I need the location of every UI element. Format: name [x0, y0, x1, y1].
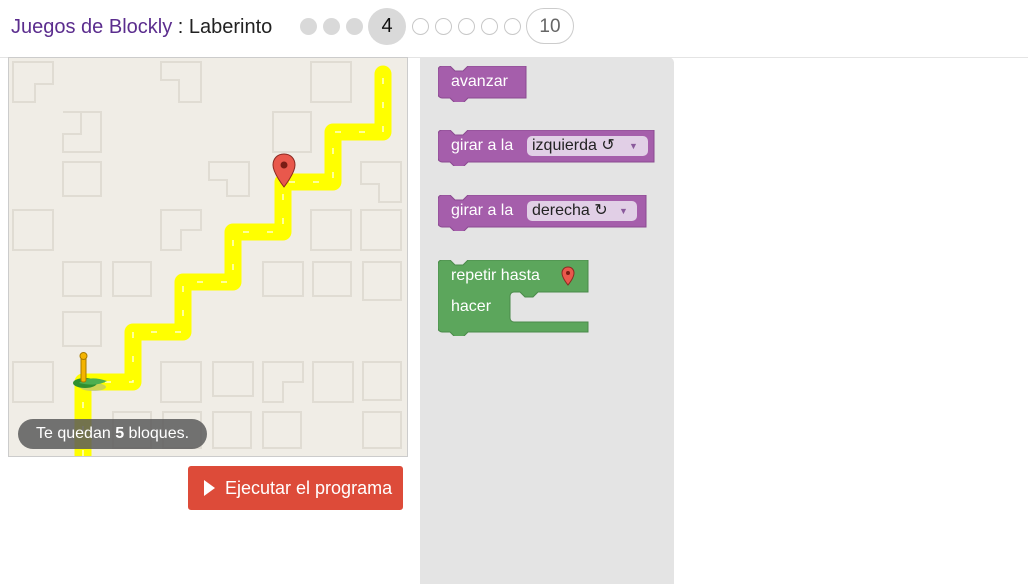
run-program-label: Ejecutar el programa — [225, 478, 393, 498]
repeat-until-label: repetir hasta — [451, 267, 540, 284]
level-2-dot[interactable] — [323, 18, 340, 35]
maze-board: Te quedan 5 bloques. — [8, 57, 408, 457]
repeat-do-label: hacer — [451, 298, 492, 315]
current-level-indicator: 4 — [368, 8, 406, 45]
turn-right-direction-value: derecha ↻ — [532, 202, 608, 219]
last-level-button[interactable]: 10 — [526, 8, 574, 44]
map-marker-icon — [561, 266, 575, 286]
page-title: Juegos de Blockly : Laberinto — [11, 16, 272, 39]
level-5-dot[interactable] — [412, 18, 429, 35]
repeat-until-block[interactable]: repetir hasta hacer — [438, 260, 590, 336]
header: Juegos de Blockly : Laberinto 4 10 — [0, 0, 1028, 58]
blocks-remaining-count: 5 — [115, 425, 125, 442]
maze-background-tiles — [12, 61, 402, 449]
turn-left-label: girar a la — [451, 137, 514, 154]
maze-graphic — [12, 61, 402, 456]
turn-left-block[interactable]: girar a la izquierda ↺ ▼ — [438, 130, 656, 166]
level-6-dot[interactable] — [435, 18, 452, 35]
turn-right-label: girar a la — [451, 202, 514, 219]
title-separator: : — [172, 16, 189, 38]
app-name-link[interactable]: Juegos de Blockly — [11, 16, 172, 38]
level-3-dot[interactable] — [346, 18, 363, 35]
maze-path-dashes — [82, 74, 384, 456]
level-7-dot[interactable] — [458, 18, 475, 35]
blocks-remaining-caption: Te quedan 5 bloques. — [18, 419, 208, 449]
dropdown-arrow-icon: ▼ — [629, 141, 638, 151]
game-name: Laberinto — [188, 16, 273, 38]
dropdown-arrow-icon: ▼ — [619, 206, 628, 216]
pegman-icon — [73, 352, 107, 391]
block-toolbox: avanzar girar a la izquierda ↺ ▼ girar a… — [420, 57, 674, 584]
turn-left-direction-dropdown[interactable]: izquierda ↺ ▼ — [527, 136, 648, 156]
move-forward-block[interactable]: avanzar — [438, 66, 528, 102]
level-9-dot[interactable] — [504, 18, 521, 35]
level-8-dot[interactable] — [481, 18, 498, 35]
turn-left-direction-value: izquierda ↺ — [532, 137, 615, 154]
move-forward-label: avanzar — [451, 73, 508, 90]
turn-right-direction-dropdown[interactable]: derecha ↻ ▼ — [527, 201, 637, 221]
run-program-button[interactable]: Ejecutar el programa — [188, 466, 403, 510]
play-icon — [204, 480, 215, 496]
turn-right-block[interactable]: girar a la derecha ↻ ▼ — [438, 195, 648, 231]
level-1-dot[interactable] — [300, 18, 317, 35]
